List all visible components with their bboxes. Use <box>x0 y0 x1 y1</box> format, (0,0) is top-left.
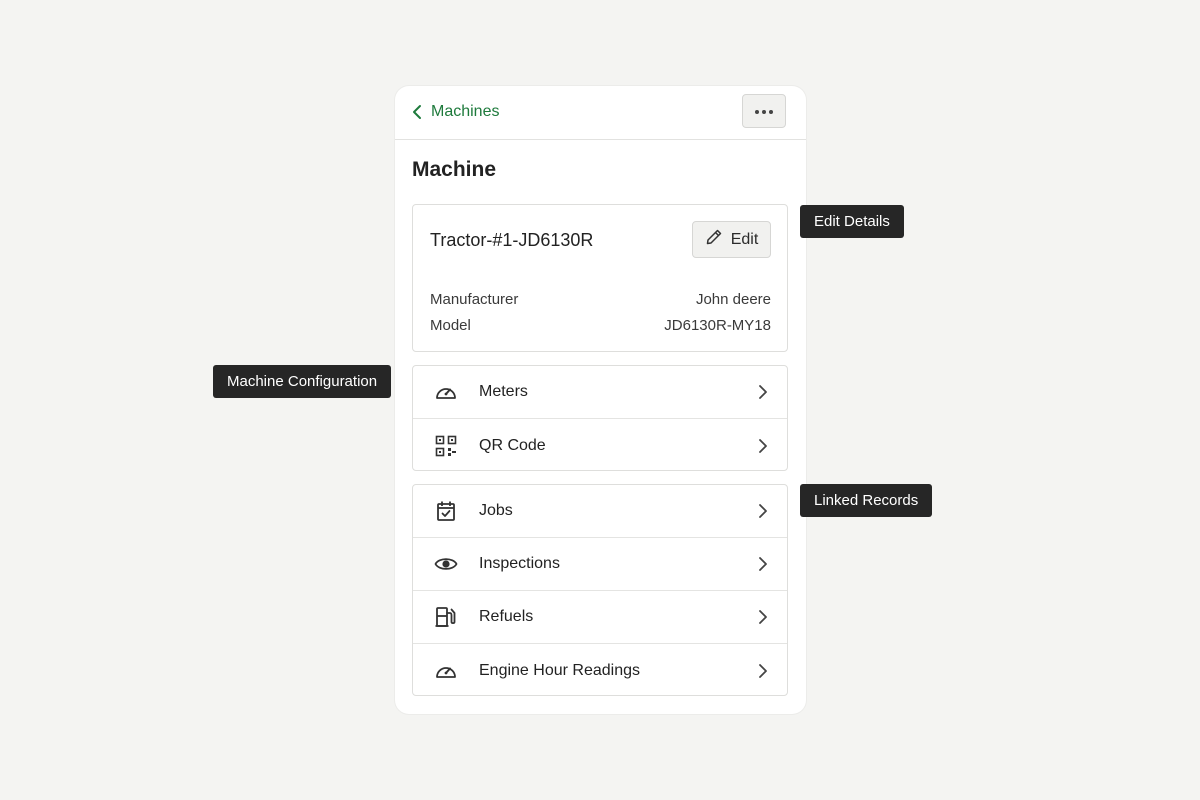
field-value: JD6130R-MY18 <box>664 317 771 334</box>
edit-label: Edit <box>730 230 759 248</box>
gauge-icon <box>434 380 458 404</box>
chevron-right-icon <box>755 384 771 400</box>
fuel-pump-icon <box>434 605 458 629</box>
page-title: Machine <box>412 158 497 181</box>
list-item-qr-code[interactable]: QR Code <box>413 419 787 472</box>
chevron-left-icon <box>411 104 423 120</box>
linked-records-card: Jobs Inspections Refuels Engine Hour Rea… <box>412 484 788 696</box>
list-item-inspections[interactable]: Inspections <box>413 538 787 591</box>
edit-button[interactable]: Edit <box>692 221 771 258</box>
annotation-linked-records: Linked Records <box>800 484 933 517</box>
chevron-right-icon <box>755 609 771 625</box>
list-item-engine-hour-readings[interactable]: Engine Hour Readings <box>413 644 787 697</box>
field-label: Model <box>430 317 471 334</box>
back-to-machines-link[interactable]: Machines <box>411 100 499 124</box>
chevron-right-icon <box>755 503 771 519</box>
list-item-label: Inspections <box>479 555 560 572</box>
list-item-label: QR Code <box>479 436 546 454</box>
calendar-check-icon <box>434 499 458 523</box>
list-item-label: Jobs <box>479 502 513 519</box>
qr-code-icon <box>434 434 458 458</box>
field-value: John deere <box>695 291 771 308</box>
configuration-card: Meters QR Code <box>412 365 788 471</box>
field-label: Manufacturer <box>430 291 519 308</box>
list-item-refuels[interactable]: Refuels <box>413 591 787 644</box>
gauge-icon <box>434 659 458 683</box>
more-options-button[interactable] <box>742 94 786 128</box>
back-label: Machines <box>431 103 500 120</box>
manufacturer-row: Manufacturer John deere <box>430 291 771 311</box>
eye-icon <box>434 552 458 576</box>
chevron-right-icon <box>755 556 771 572</box>
list-item-label: Engine Hour Readings <box>479 661 640 679</box>
list-item-label: Refuels <box>479 608 534 625</box>
top-bar: Machines <box>395 86 806 140</box>
list-item-label: Meters <box>479 383 528 400</box>
machine-details-card: Tractor-#1-JD6130R Edit Manufacturer Joh… <box>412 204 788 352</box>
ellipsis-icon <box>754 102 774 120</box>
chevron-right-icon <box>755 438 771 454</box>
annotation-machine-configuration: Machine Configuration <box>213 365 392 398</box>
annotation-edit-details: Edit Details <box>800 205 904 238</box>
list-item-jobs[interactable]: Jobs <box>413 485 787 538</box>
list-item-meters[interactable]: Meters <box>413 366 787 419</box>
chevron-right-icon <box>755 663 771 679</box>
machine-screen: Machines Machine Tractor-#1-JD6130R Edit… <box>395 86 806 714</box>
machine-name: Tractor-#1-JD6130R <box>430 230 594 250</box>
pencil-icon <box>705 228 723 251</box>
model-row: Model JD6130R-MY18 <box>430 317 771 337</box>
